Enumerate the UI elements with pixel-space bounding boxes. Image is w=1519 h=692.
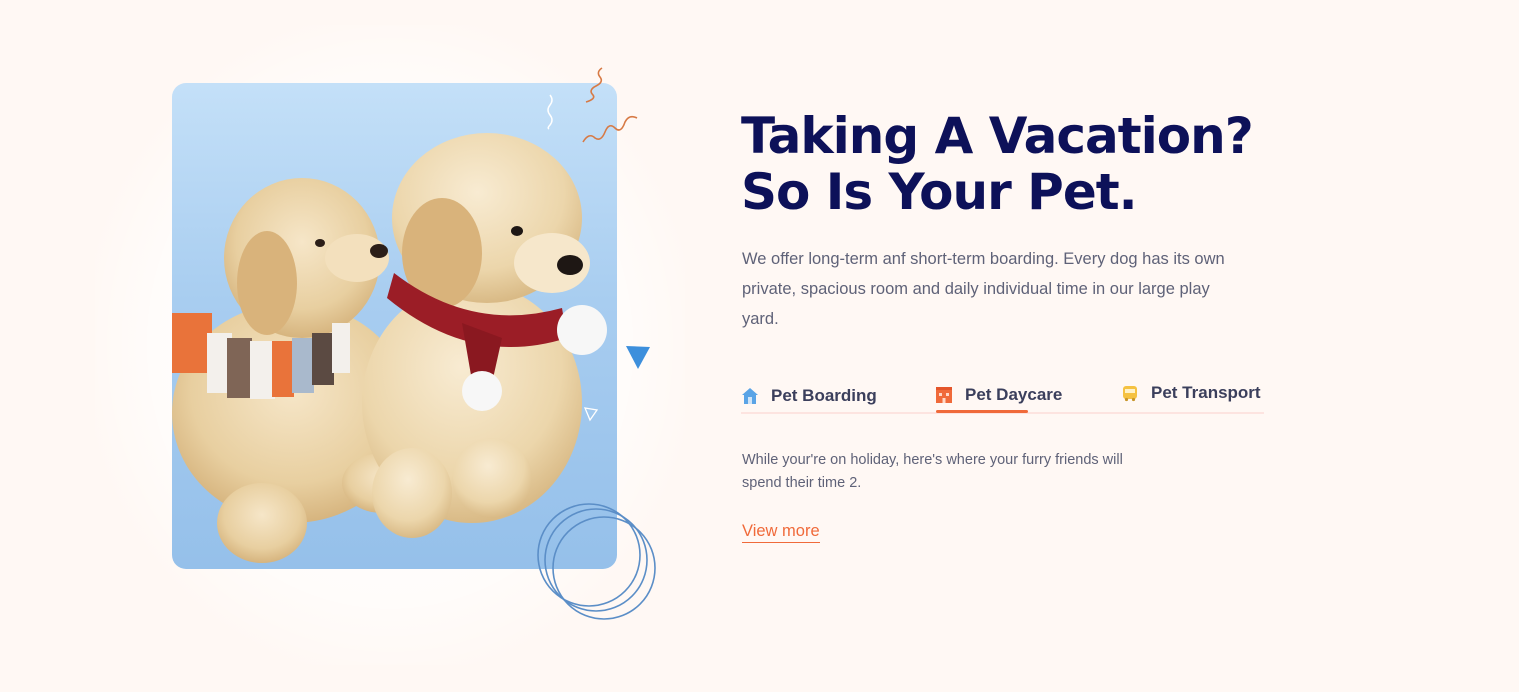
tab-pet-boarding[interactable]: Pet Boarding bbox=[741, 377, 877, 415]
squiggle-white-decoration bbox=[547, 94, 553, 130]
squiggle-orange-decoration-2 bbox=[582, 115, 638, 143]
house-icon bbox=[742, 388, 758, 404]
puppies-illustration bbox=[172, 133, 607, 563]
tab-label: Pet Daycare bbox=[965, 385, 1063, 404]
triangle-outline-decoration bbox=[583, 407, 599, 422]
tab-label: Pet Transport bbox=[1151, 383, 1261, 402]
puppies-photo bbox=[172, 83, 617, 569]
tab-content-text: While your're on holiday, here's where y… bbox=[742, 452, 1123, 491]
tab-pet-transport[interactable]: Pet Transport bbox=[1121, 374, 1261, 412]
triangle-blue-decoration bbox=[626, 346, 650, 369]
building-icon bbox=[936, 387, 952, 403]
circles-decoration bbox=[537, 503, 656, 620]
service-tabs: Pet Boarding Pet Daycare Pet Transport bbox=[741, 376, 1264, 414]
intro-text: We offer long-term anf short-term boardi… bbox=[742, 250, 1225, 328]
squiggle-orange-decoration bbox=[585, 67, 603, 103]
title-line-1: Taking A Vacation? bbox=[741, 107, 1254, 165]
bus-icon bbox=[1123, 386, 1137, 402]
page-title: Taking A Vacation? So Is Your Pet. bbox=[741, 108, 1301, 220]
view-more-link[interactable]: View more bbox=[742, 522, 820, 543]
tab-pet-daycare[interactable]: Pet Daycare bbox=[935, 376, 1062, 414]
title-line-2: So Is Your Pet. bbox=[741, 163, 1138, 221]
active-tab-indicator bbox=[936, 410, 1028, 413]
tab-label: Pet Boarding bbox=[771, 386, 877, 405]
